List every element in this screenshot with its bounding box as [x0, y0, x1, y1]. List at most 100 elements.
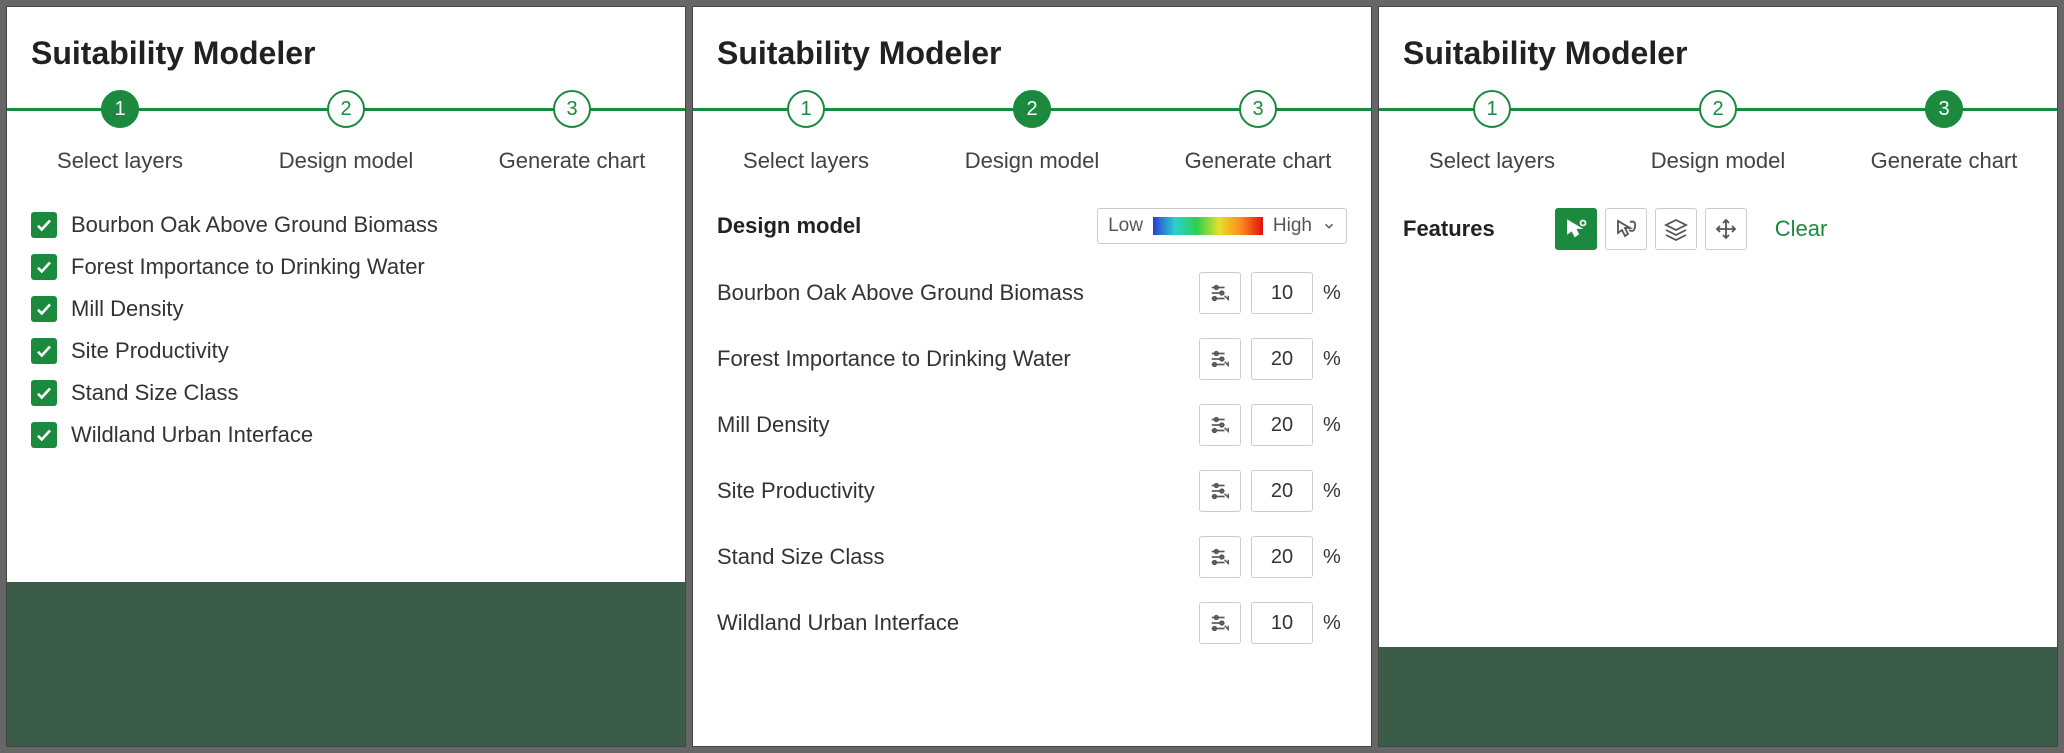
panel-title: Suitability Modeler [7, 7, 685, 90]
step-2[interactable]: 2 Design model [919, 90, 1145, 174]
weight-label: Stand Size Class [717, 544, 1189, 570]
weight-row: Wildland Urban Interface % [717, 602, 1347, 644]
panel-select-layers: Suitability Modeler 1 Select layers 2 De… [6, 6, 686, 747]
step-label-2: Design model [1651, 148, 1786, 174]
layer-label: Mill Density [71, 296, 183, 322]
weight-input[interactable] [1251, 536, 1313, 578]
weight-label: Mill Density [717, 412, 1189, 438]
percent-symbol: % [1323, 612, 1347, 635]
feature-tools [1555, 208, 1747, 250]
weight-label: Bourbon Oak Above Ground Biomass [717, 280, 1189, 306]
step-label-2: Design model [279, 148, 414, 174]
step-2[interactable]: 2 Design model [233, 90, 459, 174]
step-circle-3: 3 [553, 90, 591, 128]
weight-input[interactable] [1251, 470, 1313, 512]
panel-title: Suitability Modeler [693, 7, 1371, 90]
weight-row: Mill Density % [717, 404, 1347, 446]
chevron-down-icon [1322, 219, 1336, 233]
step-label-3: Generate chart [1871, 148, 2018, 174]
ramp-high-label: High [1273, 215, 1312, 237]
step-circle-1: 1 [787, 90, 825, 128]
layer-row: Forest Importance to Drinking Water [31, 254, 661, 280]
step-label-1: Select layers [1429, 148, 1555, 174]
layer-row: Mill Density [31, 296, 661, 322]
features-row: Features [1403, 208, 2033, 250]
layer-checkbox[interactable] [31, 338, 57, 364]
sliders-icon-button[interactable] [1199, 272, 1241, 314]
layer-row: Stand Size Class [31, 380, 661, 406]
stepper: 1 Select layers 2 Design model 3 Generat… [1379, 90, 2057, 182]
weight-input[interactable] [1251, 602, 1313, 644]
step-1[interactable]: 1 Select layers [693, 90, 919, 174]
step-label-1: Select layers [57, 148, 183, 174]
layer-checkbox[interactable] [31, 380, 57, 406]
layer-row: Wildland Urban Interface [31, 422, 661, 448]
weight-row: Forest Importance to Drinking Water % [717, 338, 1347, 380]
step-label-3: Generate chart [499, 148, 646, 174]
percent-symbol: % [1323, 282, 1347, 305]
layer-label: Wildland Urban Interface [71, 422, 313, 448]
step-label-1: Select layers [743, 148, 869, 174]
design-model-heading: Design model [717, 213, 861, 239]
percent-symbol: % [1323, 348, 1347, 371]
layers-tool[interactable] [1655, 208, 1697, 250]
step-circle-2: 2 [1699, 90, 1737, 128]
step-label-3: Generate chart [1185, 148, 1332, 174]
layer-label: Stand Size Class [71, 380, 239, 406]
step-3[interactable]: 3 Generate chart [1831, 90, 2057, 174]
sliders-icon-button[interactable] [1199, 404, 1241, 446]
weight-label: Wildland Urban Interface [717, 610, 1189, 636]
ramp-low-label: Low [1108, 215, 1143, 237]
step-1[interactable]: 1 Select layers [7, 90, 233, 174]
layer-checkbox[interactable] [31, 296, 57, 322]
layer-row: Site Productivity [31, 338, 661, 364]
step-label-2: Design model [965, 148, 1100, 174]
sliders-icon-button[interactable] [1199, 338, 1241, 380]
step-3[interactable]: 3 Generate chart [1145, 90, 1371, 174]
percent-symbol: % [1323, 480, 1347, 503]
step-2[interactable]: 2 Design model [1605, 90, 1831, 174]
step-circle-2: 2 [1013, 90, 1051, 128]
layer-label: Bourbon Oak Above Ground Biomass [71, 212, 438, 238]
clear-button[interactable]: Clear [1775, 216, 1828, 242]
panel-title: Suitability Modeler [1379, 7, 2057, 90]
step-3[interactable]: 3 Generate chart [459, 90, 685, 174]
color-ramp-dropdown[interactable]: Low High [1097, 208, 1347, 244]
stepper: 1 Select layers 2 Design model 3 Generat… [7, 90, 685, 182]
weight-row: Site Productivity % [717, 470, 1347, 512]
layer-checkbox[interactable] [31, 422, 57, 448]
weight-row: Stand Size Class % [717, 536, 1347, 578]
step-circle-1: 1 [101, 90, 139, 128]
sliders-icon-button[interactable] [1199, 602, 1241, 644]
percent-symbol: % [1323, 414, 1347, 437]
layer-checkbox[interactable] [31, 212, 57, 238]
layer-label: Site Productivity [71, 338, 229, 364]
weight-input[interactable] [1251, 272, 1313, 314]
pan-tool[interactable] [1705, 208, 1747, 250]
step-1[interactable]: 1 Select layers [1379, 90, 1605, 174]
weight-label: Forest Importance to Drinking Water [717, 346, 1189, 372]
weight-input[interactable] [1251, 338, 1313, 380]
select-point-tool[interactable] [1555, 208, 1597, 250]
sliders-icon-button[interactable] [1199, 536, 1241, 578]
weight-list: Bourbon Oak Above Ground Biomass % Fores… [717, 272, 1347, 644]
percent-symbol: % [1323, 546, 1347, 569]
layer-checkbox[interactable] [31, 254, 57, 280]
weight-input[interactable] [1251, 404, 1313, 446]
step-circle-1: 1 [1473, 90, 1511, 128]
design-header: Design model Low High [717, 208, 1347, 244]
select-polygon-tool[interactable] [1605, 208, 1647, 250]
layer-label: Forest Importance to Drinking Water [71, 254, 425, 280]
stepper: 1 Select layers 2 Design model 3 Generat… [693, 90, 1371, 182]
weight-label: Site Productivity [717, 478, 1189, 504]
weight-row: Bourbon Oak Above Ground Biomass % [717, 272, 1347, 314]
layer-row: Bourbon Oak Above Ground Biomass [31, 212, 661, 238]
step-circle-3: 3 [1239, 90, 1277, 128]
color-ramp-swatch [1153, 217, 1263, 235]
step-circle-3: 3 [1925, 90, 1963, 128]
panel-design-model: Suitability Modeler 1 Select layers 2 De… [692, 6, 1372, 747]
step-circle-2: 2 [327, 90, 365, 128]
layer-list: Bourbon Oak Above Ground Biomass Forest … [31, 202, 661, 448]
panel-generate-chart: Suitability Modeler 1 Select layers 2 De… [1378, 6, 2058, 747]
sliders-icon-button[interactable] [1199, 470, 1241, 512]
